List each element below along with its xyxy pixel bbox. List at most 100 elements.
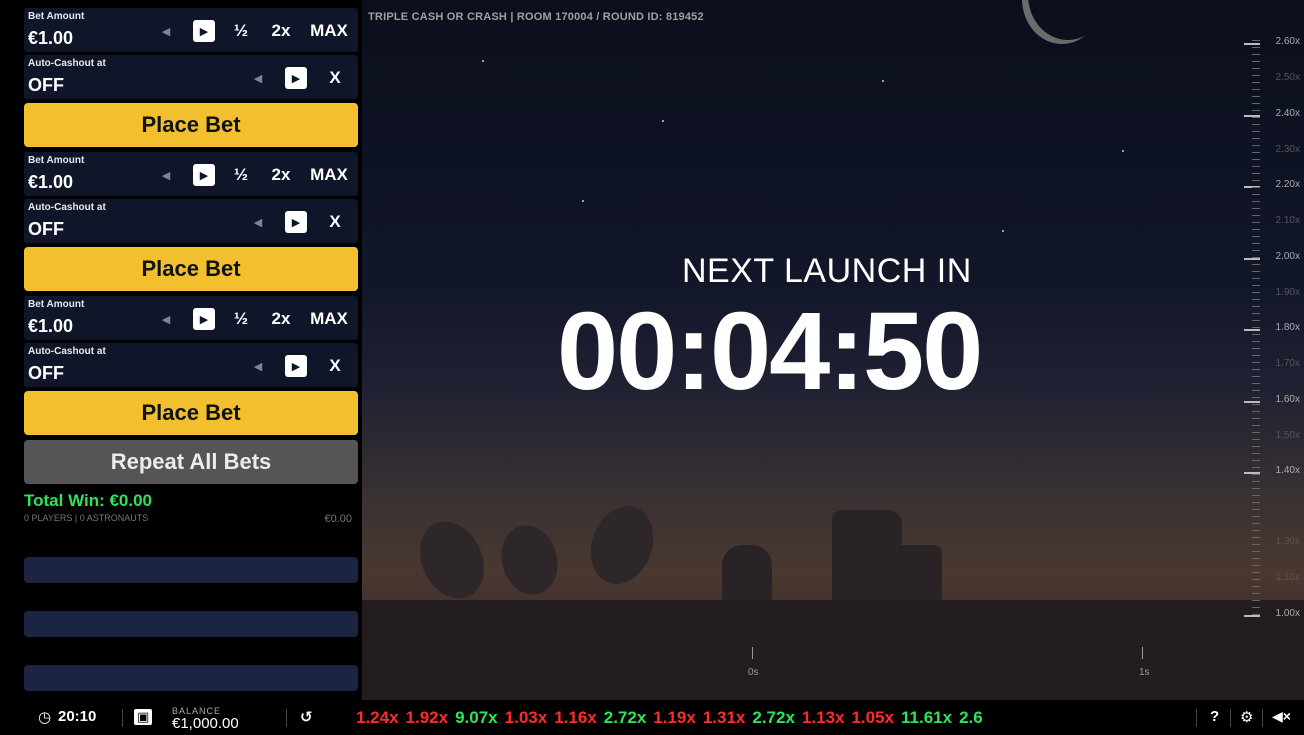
- history-multiplier: 1.05x: [851, 708, 895, 727]
- increase-cashout-button[interactable]: ▶: [280, 351, 312, 381]
- clear-cashout-button[interactable]: X: [320, 63, 350, 93]
- double-bet-button[interactable]: 2x: [264, 304, 298, 334]
- scale-minor-tick: [1252, 271, 1260, 272]
- scale-minor-tick: [1252, 530, 1260, 531]
- decrease-bet-button[interactable]: ◀: [150, 160, 182, 190]
- scale-minor-tick: [1252, 152, 1260, 153]
- place-bet-button-2[interactable]: Place Bet: [24, 247, 358, 291]
- satellite-dish: [407, 511, 497, 609]
- increase-bet-button[interactable]: ▶: [188, 16, 220, 46]
- auto-cashout-row-2: Auto-Cashout at OFF ◀ ▶ X: [24, 199, 358, 243]
- scale-minor-tick: [1252, 516, 1260, 517]
- bet-amount-label: Bet Amount: [28, 299, 85, 310]
- double-bet-button[interactable]: 2x: [264, 16, 298, 46]
- scale-minor-tick: [1252, 257, 1260, 258]
- star-decoration: [1122, 150, 1124, 152]
- right-arrow-icon: ▶: [193, 308, 215, 330]
- scale-minor-tick: [1252, 397, 1260, 398]
- scale-minor-tick: [1252, 278, 1260, 279]
- mute-icon[interactable]: ◀×: [1272, 708, 1291, 725]
- right-arrow-icon: ▶: [285, 355, 307, 377]
- total-win: Total Win: €0.00: [24, 491, 152, 510]
- history-multiplier: 1.92x: [405, 708, 449, 727]
- decrease-cashout-button[interactable]: ◀: [242, 63, 274, 93]
- max-bet-button[interactable]: MAX: [304, 160, 354, 190]
- max-bet-button[interactable]: MAX: [304, 16, 354, 46]
- repeat-all-bets-button[interactable]: Repeat All Bets: [24, 440, 358, 484]
- history-multiplier: 1.03x: [504, 708, 548, 727]
- half-bet-button[interactable]: ½: [226, 304, 256, 334]
- scale-label: 2.10x: [1275, 215, 1300, 226]
- divider: [122, 709, 123, 727]
- increase-bet-button[interactable]: ▶: [188, 160, 220, 190]
- scale-minor-tick: [1252, 341, 1260, 342]
- scale-minor-tick: [1252, 236, 1260, 237]
- scale-minor-tick: [1252, 544, 1260, 545]
- scale-minor-tick: [1252, 173, 1260, 174]
- right-arrow-icon: ▶: [193, 164, 215, 186]
- scale-minor-tick: [1252, 145, 1260, 146]
- decrease-cashout-button[interactable]: ◀: [242, 207, 274, 237]
- bet-amount-row-1: Bet Amount €1.00 ◀ ▶ ½ 2x MAX: [24, 8, 358, 52]
- place-bet-button-3[interactable]: Place Bet: [24, 391, 358, 435]
- scale-minor-tick: [1252, 446, 1260, 447]
- decrease-bet-button[interactable]: ◀: [150, 16, 182, 46]
- place-bet-button-1[interactable]: Place Bet: [24, 103, 358, 147]
- scale-minor-tick: [1252, 600, 1260, 601]
- half-bet-button[interactable]: ½: [226, 16, 256, 46]
- scale-tick: [1244, 401, 1260, 403]
- bet-amount-row-3: Bet Amount €1.00 ◀ ▶ ½ 2x MAX: [24, 296, 358, 340]
- max-bet-button[interactable]: MAX: [304, 304, 354, 334]
- scale-minor-tick: [1252, 614, 1260, 615]
- balance-value: €1,000.00: [172, 715, 239, 732]
- ground: [362, 600, 1304, 700]
- scale-minor-tick: [1252, 82, 1260, 83]
- player-slot: [24, 611, 358, 637]
- auto-cashout-row-1: Auto-Cashout at OFF ◀ ▶ X: [24, 55, 358, 99]
- clear-cashout-button[interactable]: X: [320, 351, 350, 381]
- clear-cashout-button[interactable]: X: [320, 207, 350, 237]
- scale-minor-tick: [1252, 222, 1260, 223]
- history-multiplier: 9.07x: [455, 708, 498, 727]
- increase-cashout-button[interactable]: ▶: [280, 207, 312, 237]
- wallet-icon: ▣: [134, 709, 153, 725]
- divider: [286, 709, 287, 727]
- scale-label: 2.20x: [1275, 179, 1300, 190]
- scale-minor-tick: [1252, 334, 1260, 335]
- gear-icon[interactable]: ⚙: [1240, 708, 1253, 726]
- scale-label: 1.40x: [1275, 465, 1300, 476]
- decrease-cashout-button[interactable]: ◀: [242, 351, 274, 381]
- help-icon[interactable]: ?: [1210, 708, 1219, 725]
- bet-amount-value: €1.00: [28, 316, 74, 336]
- scale-label: 2.40x: [1275, 108, 1300, 119]
- star-decoration: [582, 200, 584, 202]
- scale-minor-tick: [1252, 404, 1260, 405]
- player-slot: [24, 665, 358, 691]
- scale-label: 1.10x: [1275, 572, 1300, 583]
- star-decoration: [1002, 230, 1004, 232]
- auto-cashout-label: Auto-Cashout at: [28, 58, 106, 69]
- scale-minor-tick: [1252, 558, 1260, 559]
- scale-label: 1.70x: [1275, 358, 1300, 369]
- scale-tick: [1244, 43, 1260, 45]
- increase-cashout-button[interactable]: ▶: [280, 63, 312, 93]
- scale-minor-tick: [1252, 96, 1260, 97]
- history-icon[interactable]: ↺: [300, 708, 313, 726]
- scale-minor-tick: [1252, 551, 1260, 552]
- decrease-bet-button[interactable]: ◀: [150, 304, 182, 334]
- left-arrow-icon: ◀: [161, 313, 171, 326]
- scale-minor-tick: [1252, 390, 1260, 391]
- moon-decoration: [1028, 0, 1108, 40]
- scale-minor-tick: [1252, 411, 1260, 412]
- multiplier-history: 1.24x 1.92x 9.07x 1.03x 1.16x 2.72x 1.19x 1.31x…: [356, 708, 1196, 728]
- left-arrow-icon: ◀: [253, 360, 263, 373]
- star-decoration: [882, 80, 884, 82]
- double-bet-button[interactable]: 2x: [264, 160, 298, 190]
- scale-minor-tick: [1252, 61, 1260, 62]
- increase-bet-button[interactable]: ▶: [188, 304, 220, 334]
- scale-minor-tick: [1252, 208, 1260, 209]
- scale-minor-tick: [1252, 453, 1260, 454]
- auto-cashout-value: OFF: [28, 219, 64, 239]
- half-bet-button[interactable]: ½: [226, 160, 256, 190]
- left-arrow-icon: ◀: [161, 169, 171, 182]
